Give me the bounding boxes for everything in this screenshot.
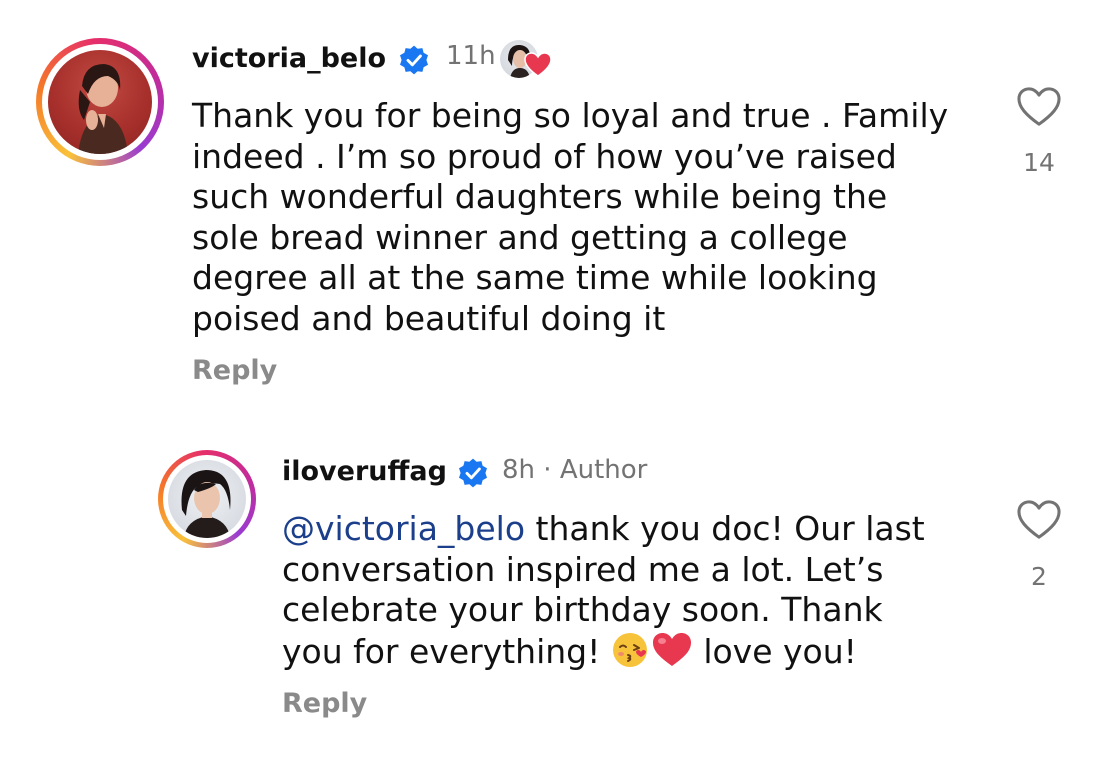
comment-text-end: love you! xyxy=(692,631,857,671)
meta-separator: · xyxy=(543,455,552,485)
author-liked-heart-icon xyxy=(524,52,552,77)
comment-text: Thank you for being so loyal and true . … xyxy=(192,96,949,338)
comment-timestamp: 8h xyxy=(502,455,536,485)
avatar[interactable] xyxy=(48,50,152,154)
like-count[interactable]: 2 xyxy=(1009,562,1069,591)
reply-button[interactable]: Reply xyxy=(192,355,277,386)
like-heart-icon[interactable] xyxy=(1016,499,1062,541)
verified-badge-icon xyxy=(459,458,487,488)
verified-badge-icon xyxy=(400,45,428,75)
comment-text: @victoria_belo thank you doc! Our last c… xyxy=(282,509,962,672)
like-heart-icon[interactable] xyxy=(1016,86,1062,128)
mention-link[interactable]: @victoria_belo xyxy=(282,509,525,548)
kissing-face-emoji xyxy=(612,632,647,667)
like-count[interactable]: 14 xyxy=(1009,148,1069,177)
comment-username[interactable]: iloveruffag xyxy=(282,456,447,487)
comment-meta: 8h · Author xyxy=(502,455,647,485)
red-heart-emoji xyxy=(652,632,691,666)
author-label: Author xyxy=(559,455,648,485)
comment-timestamp: 11h xyxy=(446,41,496,71)
comment-username[interactable]: victoria_belo xyxy=(192,43,386,74)
reply-button[interactable]: Reply xyxy=(282,688,367,719)
avatar[interactable] xyxy=(168,460,246,538)
